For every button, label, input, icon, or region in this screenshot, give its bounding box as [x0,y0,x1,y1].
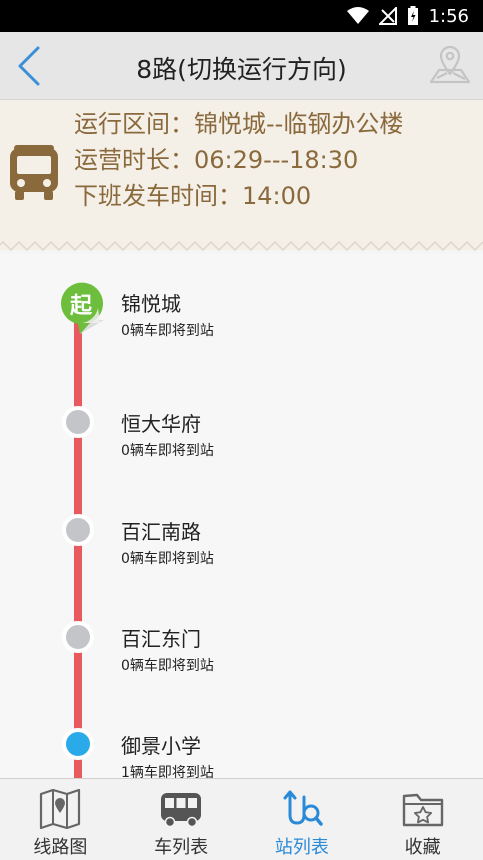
tab-label: 站列表 [274,837,329,858]
stop-marker-current [62,728,94,760]
title-bar: 8路(切换运行方向) [0,32,483,100]
tab-bus-list[interactable]: 车列表 [121,779,242,860]
stop-arrival-status: 0辆车即将到站 [121,443,214,459]
route-search-icon [283,790,323,826]
status-icons: 1:56 [346,4,469,28]
stop-marker [62,621,94,653]
stop-item[interactable]: 御景小学 1辆车即将到站 [0,712,483,778]
tab-route-map[interactable]: 线路图 [0,779,121,860]
stop-name: 百汇东门 [121,627,201,651]
map-icon [40,789,81,829]
bottom-tab-bar: 线路图 车列表 站列表 收藏 [0,778,483,860]
stop-name: 御景小学 [121,734,201,758]
route-info-text: 运行区间：锦悦城--临钢办公楼 运营时长：06:29---18:30 下班发车时… [74,106,403,214]
status-bar: 1:56 [0,0,483,32]
signal-off-icon [378,7,397,25]
tab-label: 收藏 [404,837,441,858]
stop-arrival-status: 0辆车即将到站 [121,323,214,339]
battery-icon [407,6,418,25]
stop-name: 百汇南路 [121,520,201,544]
route-info-panel: 运行区间：锦悦城--临钢办公楼 运营时长：06:29---18:30 下班发车时… [0,100,483,250]
bus-icon [161,793,202,828]
status-time: 1:56 [428,5,469,27]
stop-item[interactable]: 百汇东门 0辆车即将到站 [0,605,483,695]
tab-label: 线路图 [33,837,88,858]
stop-marker [62,514,94,546]
stop-arrival-status: 1辆车即将到站 [121,765,214,778]
map-location-button[interactable] [427,42,473,88]
favorite-folder-icon [402,793,443,827]
stop-arrival-status: 0辆车即将到站 [121,658,214,674]
tab-favorites[interactable]: 收藏 [362,779,483,860]
start-badge-label: 起 [69,294,92,319]
operating-hours: 运营时长：06:29---18:30 [74,146,359,174]
stop-name: 恒大华府 [121,412,201,436]
wifi-icon [346,7,369,24]
stop-name: 锦悦城 [121,292,181,316]
bus-icon [10,145,58,200]
map-location-icon [429,45,471,84]
last-departure: 下班发车时间：14:00 [74,182,312,210]
stop-item[interactable]: 恒大华府 0辆车即将到站 [0,390,483,480]
stop-item[interactable]: 百汇南路 0辆车即将到站 [0,498,483,588]
stop-list: 锦悦城 0辆车即将到站 起 恒大华府 0辆车即将到站 百汇南路 0辆车即将到站 … [0,254,483,778]
tab-stop-list[interactable]: 站列表 [242,779,363,860]
tab-label: 车列表 [154,837,209,858]
stop-arrival-status: 0辆车即将到站 [121,551,214,567]
zigzag-divider [0,238,483,252]
route-range: 运行区间：锦悦城--临钢办公楼 [74,110,404,138]
stop-marker [62,406,94,438]
page-title[interactable]: 8路(切换运行方向) [0,50,483,86]
